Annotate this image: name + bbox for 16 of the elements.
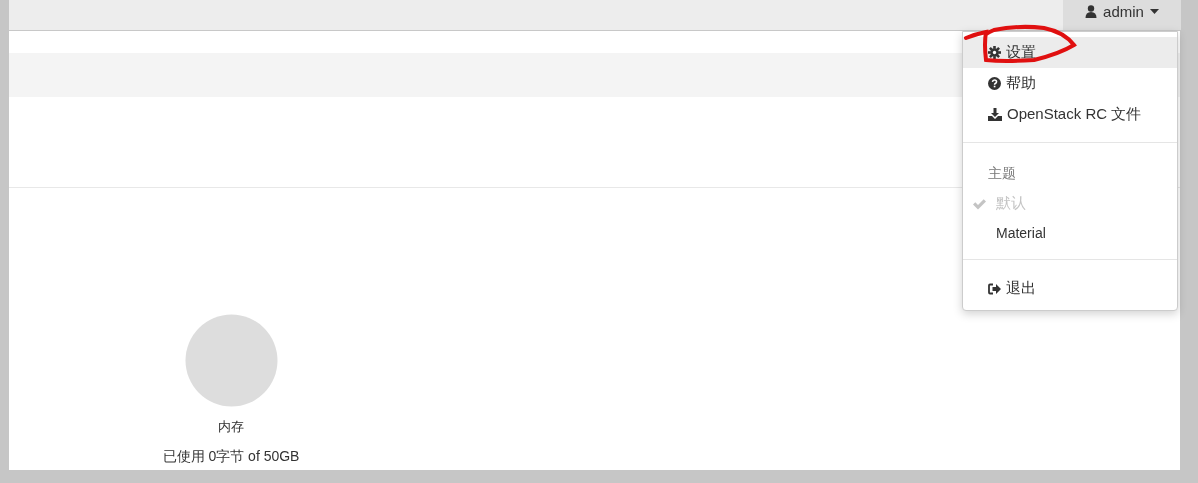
user-icon: [1085, 4, 1098, 18]
user-menu-button[interactable]: admin: [1063, 0, 1181, 30]
help-icon: [988, 77, 1001, 90]
gear-icon: [988, 46, 1001, 59]
check-icon: [972, 197, 987, 210]
chart-label: 内存: [218, 418, 244, 436]
theme-option[interactable]: Material: [963, 218, 1177, 247]
usage-text: 已使用 0字节 of 50GB: [162, 448, 300, 466]
caret-icon: [1149, 8, 1159, 14]
menu-item[interactable]: OpenStack RC 文件: [963, 99, 1177, 130]
menu-header: 主题: [987, 164, 1017, 183]
menu-item[interactable]: 帮助: [963, 68, 1177, 99]
menu-item[interactable]: 退出: [963, 273, 1177, 304]
sign-out-icon: [988, 282, 1001, 295]
download-icon: [988, 108, 1002, 121]
menu-item[interactable]: 设置: [963, 37, 1177, 68]
